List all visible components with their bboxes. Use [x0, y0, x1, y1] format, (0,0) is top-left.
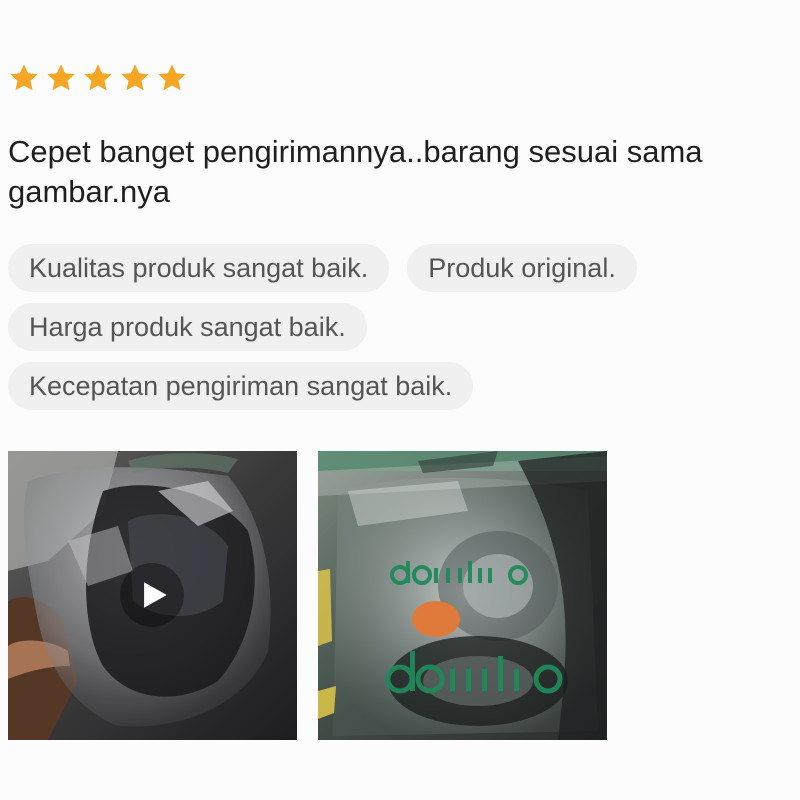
tag-row: Kecepatan pengiriman sangat baik. [8, 362, 768, 410]
review-text: Cepet banget pengirimannya..barang sesua… [8, 134, 703, 209]
star-icon [121, 64, 149, 91]
star-icon [10, 64, 38, 91]
play-icon [144, 582, 167, 608]
star-rating [8, 62, 188, 94]
tag-shipping-speed: Kecepatan pengiriman sangat baik. [8, 362, 474, 410]
video-thumbnail[interactable] [8, 451, 297, 740]
tag-quality: Kualitas produk sangat baik. [8, 244, 390, 292]
star-icon [158, 64, 186, 91]
photo-thumbnail[interactable] [318, 451, 607, 740]
star-icon [84, 64, 112, 91]
review-media [8, 451, 607, 740]
tag-price: Harga produk sangat baik. [8, 303, 367, 351]
photo-thumbnail-image [318, 451, 607, 740]
star-icon [47, 64, 75, 91]
review-card: Cepet banget pengirimannya..barang sesua… [0, 0, 800, 800]
tag-row: Harga produk sangat baik. [8, 303, 768, 351]
review-tags: Kualitas produk sangat baik. Produk orig… [8, 244, 768, 421]
tag-row: Kualitas produk sangat baik. Produk orig… [8, 244, 768, 292]
play-button[interactable] [120, 563, 184, 627]
tag-original: Produk original. [407, 244, 637, 292]
